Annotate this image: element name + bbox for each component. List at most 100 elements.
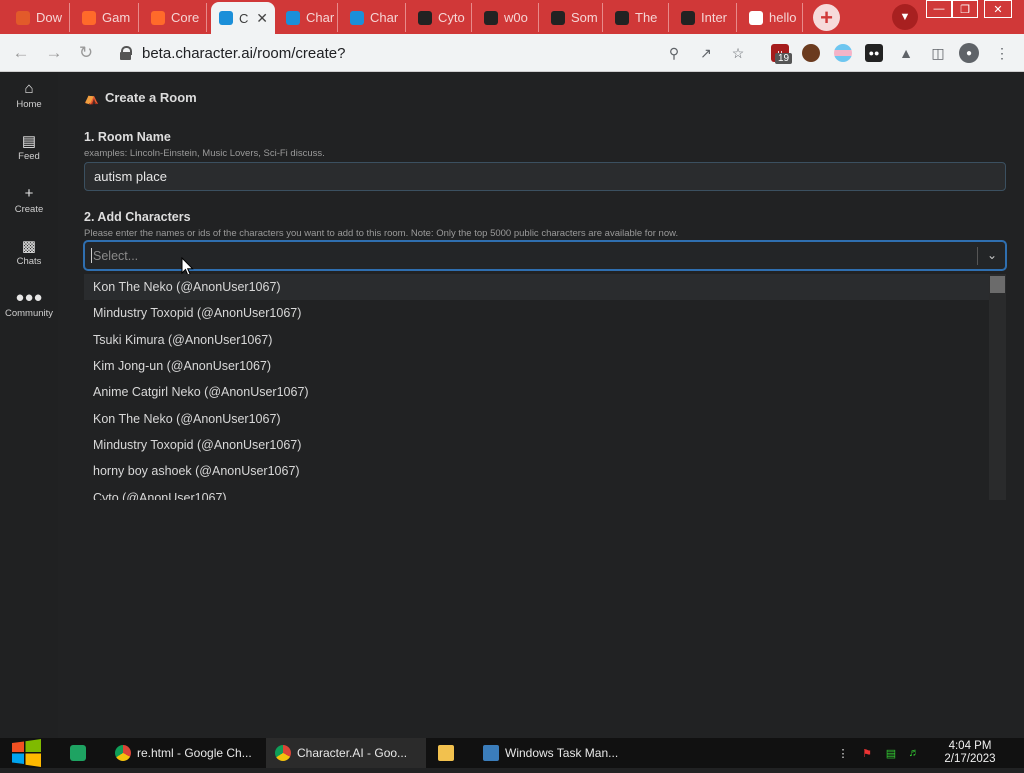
browser-tab[interactable]: Dow [8, 3, 70, 32]
flag-extension-icon[interactable] [834, 44, 852, 62]
taskbar-app-label: Character.AI - Goo... [297, 746, 408, 760]
kebab-menu-icon[interactable]: ⋮ [992, 43, 1012, 63]
browser-tab[interactable]: C ✕ [211, 2, 275, 34]
sidebar-item-create[interactable]: + Create [0, 185, 58, 215]
share-icon[interactable]: ↗ [696, 43, 716, 63]
sidebar-item-label: Community [4, 308, 54, 319]
room-name-input[interactable] [84, 162, 1006, 191]
browser-tab[interactable]: Char [278, 3, 338, 32]
character-option[interactable]: Kim Jong-un (@AnonUser1067) [84, 353, 1006, 379]
restore-icon: ❐ [960, 3, 970, 16]
home-icon: ⌂ [24, 80, 34, 97]
mask-extension-icon[interactable]: ●● [865, 44, 883, 62]
sidebar-item-feed[interactable]: ▤ Feed [0, 132, 58, 162]
character-ai-icon [286, 10, 300, 25]
browser-tab[interactable]: Gam [74, 3, 139, 32]
taskbar-task-manager[interactable]: Windows Task Man... [478, 738, 628, 768]
plus-icon: + [24, 185, 34, 202]
extensions-puzzle-icon[interactable]: ▲ [896, 43, 916, 63]
character-option[interactable]: Mindustry Toxopid (@AnonUser1067) [84, 300, 1006, 326]
character-option[interactable]: Kon The Neko (@AnonUser1067) [84, 405, 1006, 431]
back-button[interactable]: ← [10, 42, 32, 64]
windows-logo-icon [12, 739, 41, 767]
sheets-icon [70, 745, 86, 761]
character-option[interactable]: Tsuki Kimura (@AnonUser1067) [84, 327, 1006, 353]
tray-overflow-icon[interactable]: ⋮ [835, 746, 851, 760]
arrow-right-icon: → [45, 43, 63, 62]
sidebar-item-chats[interactable]: ▩ Chats [0, 237, 58, 267]
character-option[interactable]: Cyto (@AnonUser1067) [84, 484, 1006, 500]
sidebar-item-label: Home [16, 99, 42, 110]
taskbar-file-explorer[interactable] [438, 738, 462, 768]
add-characters-heading: 2. Add Characters [84, 210, 191, 224]
network-tray-icon[interactable]: ▤ [883, 746, 899, 760]
taskbar-clock[interactable]: 4:04 PM 2/17/2023 [930, 740, 1010, 766]
download-icon [16, 10, 30, 25]
room-name-hint: examples: Lincoln-Einstein, Music Lovers… [84, 148, 325, 159]
profile-icon[interactable]: ● [959, 43, 979, 63]
character-option[interactable]: horny boy ashoek (@AnonUser1067) [84, 458, 1006, 484]
taskbar-chrome-characterai[interactable]: Character.AI - Goo... [266, 738, 426, 768]
start-button[interactable] [10, 738, 43, 768]
main-content: ⛺ Create a Room 1. Room Name examples: L… [58, 72, 1024, 738]
sf-icon [418, 10, 432, 25]
browser-tab[interactable]: Core [143, 3, 207, 32]
browser-tab[interactable]: Inter [673, 3, 737, 32]
taskbar-sheets-app[interactable] [70, 738, 94, 768]
tab-search-button[interactable]: ▼ [892, 4, 918, 30]
text-caret [91, 248, 92, 263]
side-panel-icon[interactable]: ◫ [928, 43, 948, 63]
character-option[interactable]: Anime Catgirl Neko (@AnonUser1067) [84, 379, 1006, 405]
address-bar[interactable]: beta.character.ai/room/create? [108, 38, 760, 68]
extension-avatar-icon[interactable] [802, 44, 820, 62]
l-icon [551, 10, 565, 25]
minimize-icon: — [933, 3, 945, 15]
archive-icon [681, 10, 695, 25]
sidebar-item-community[interactable]: ●●● Community [0, 289, 58, 319]
browser-tab[interactable]: Cyto [410, 3, 472, 32]
browser-tab[interactable]: w0o [476, 3, 539, 32]
taskbar-app-label: Windows Task Man... [505, 746, 619, 760]
tab-title: The [635, 10, 658, 25]
extension-badge: 19 [775, 53, 793, 64]
l-icon [484, 10, 498, 25]
flag-tray-icon[interactable]: ⚑ [859, 746, 875, 760]
tab-title: Cyto [438, 10, 465, 25]
close-window-button[interactable]: ✕ [984, 0, 1012, 18]
character-select[interactable]: Select... ⌄ [84, 241, 1006, 270]
chevron-down-icon[interactable]: ⌄ [987, 248, 997, 262]
restore-button[interactable]: ❐ [952, 0, 978, 18]
character-option[interactable]: Mindustry Toxopid (@AnonUser1067) [84, 432, 1006, 458]
tab-title: Gam [102, 10, 131, 25]
url-text: beta.character.ai/room/create? [142, 44, 346, 62]
community-icon: ●●● [15, 289, 43, 306]
feed-icon: ▤ [21, 133, 37, 150]
minimize-button[interactable]: — [926, 0, 952, 18]
close-icon: ✕ [993, 3, 1003, 16]
volume-tray-icon[interactable]: ♬ [906, 746, 922, 760]
chat-icon: ▩ [21, 238, 37, 255]
sidebar: ⌂ Home ▤ Feed + Create ▩ Chats ●●● Commu… [0, 72, 58, 738]
clock-date: 2/17/2023 [944, 753, 996, 765]
chevron-down-icon: ▼ [899, 11, 911, 23]
sidebar-item-home[interactable]: ⌂ Home [0, 80, 58, 110]
browser-tab[interactable]: hello [741, 3, 803, 32]
menu-scrollbar[interactable] [989, 274, 1006, 500]
character-option[interactable]: Kon The Neko (@AnonUser1067) [84, 274, 1006, 301]
scrollbar-thumb[interactable] [990, 276, 1005, 293]
new-tab-button[interactable]: + [813, 4, 840, 31]
tab-title: Inter [701, 10, 728, 25]
browser-tab[interactable]: Char [342, 3, 406, 32]
browser-tab[interactable]: Som [543, 3, 603, 32]
flame-icon [82, 10, 96, 25]
sidebar-item-label: Chats [16, 256, 42, 267]
browser-tab[interactable]: The [607, 3, 669, 32]
close-tab-icon[interactable]: ✕ [256, 10, 268, 27]
lock-icon [120, 46, 132, 60]
tab-title: C [239, 10, 249, 26]
reload-button[interactable]: ↻ [75, 42, 97, 64]
forward-button[interactable]: → [43, 42, 65, 64]
bookmark-star-icon[interactable]: ☆ [728, 43, 748, 63]
zoom-icon[interactable]: ⚲ [664, 43, 684, 63]
taskbar-chrome-rehtml[interactable]: re.html - Google Ch... [110, 738, 260, 768]
